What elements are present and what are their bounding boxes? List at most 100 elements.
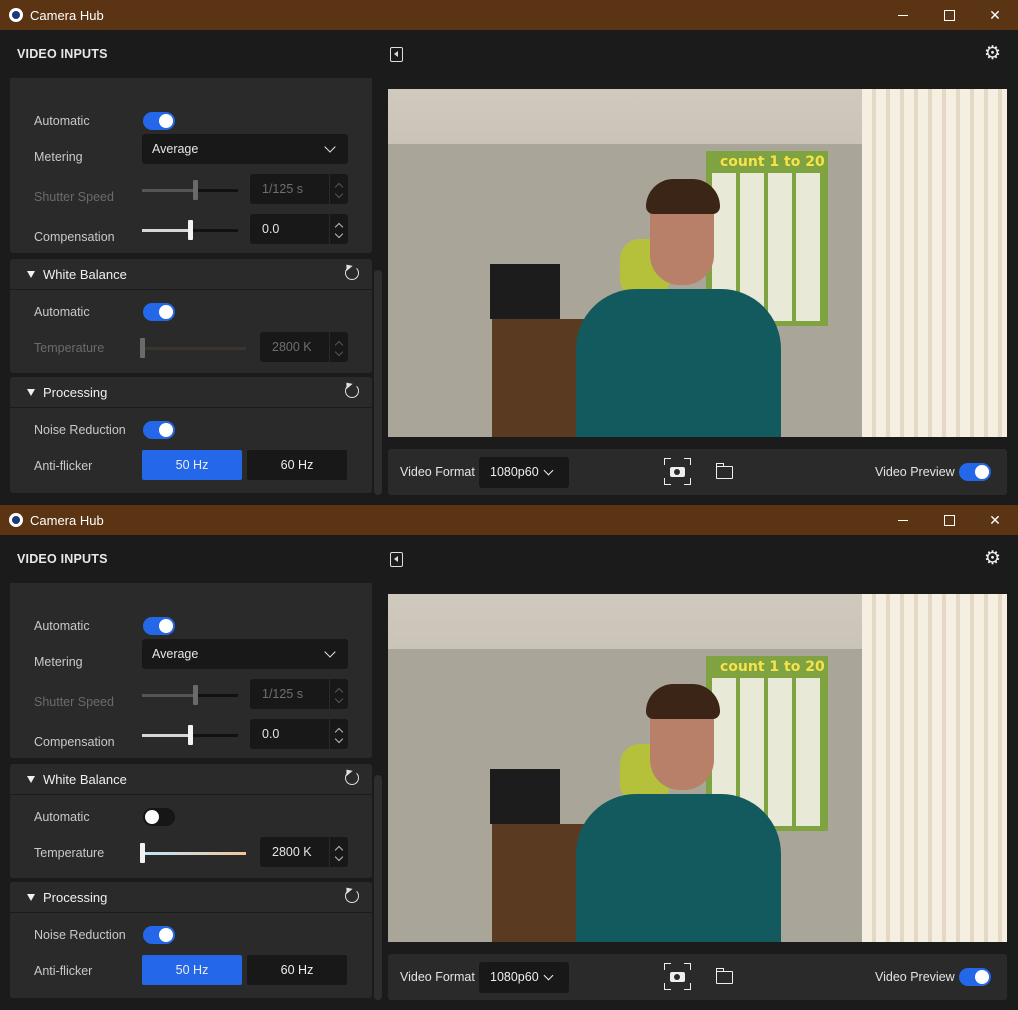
- metering-label: Metering: [34, 655, 83, 669]
- gear-icon[interactable]: ⚙: [984, 44, 1001, 64]
- noise-reduction-toggle[interactable]: [143, 926, 175, 944]
- minimize-button[interactable]: [880, 505, 926, 535]
- video-preview-label: Video Preview: [875, 465, 955, 479]
- chevron-down-icon[interactable]: [334, 347, 344, 357]
- video-inputs-header: VIDEO INPUTS: [17, 47, 108, 61]
- snapshot-icon[interactable]: [664, 963, 691, 990]
- video-preview-toggle[interactable]: [959, 968, 991, 986]
- noise-reduction-label: Noise Reduction: [34, 928, 126, 942]
- slider-thumb[interactable]: [188, 725, 193, 745]
- camera-hub-window: Camera Hub ✕ VIDEO INPUTS ⚙ Exposure Aut…: [0, 0, 1018, 505]
- preview-toolbar: Video Format 1080p60 Video Preview: [388, 954, 1007, 1000]
- wb-auto-label: Automatic: [34, 305, 90, 319]
- exposure-auto-toggle[interactable]: [143, 112, 175, 130]
- video-format-dropdown[interactable]: 1080p60: [479, 457, 569, 488]
- expand-triangle-icon: [27, 776, 35, 783]
- exposure-auto-toggle[interactable]: [143, 617, 175, 635]
- maximize-button[interactable]: [926, 0, 972, 30]
- exposure-header[interactable]: Exposure: [10, 77, 372, 78]
- metering-dropdown[interactable]: Average: [142, 134, 348, 164]
- temperature-stepper[interactable]: 2800 K: [260, 332, 348, 362]
- chevron-down-icon[interactable]: [334, 229, 344, 239]
- wb-auto-toggle[interactable]: [143, 808, 175, 826]
- shutter-speed-slider[interactable]: [142, 685, 238, 705]
- chevron-down-icon[interactable]: [334, 694, 344, 704]
- collapse-panel-icon[interactable]: [390, 552, 403, 567]
- metering-label: Metering: [34, 150, 83, 164]
- metering-value: Average: [152, 142, 199, 156]
- anti-flicker-50hz-button[interactable]: 50 Hz: [142, 955, 242, 985]
- temperature-label: Temperature: [34, 341, 105, 355]
- chevron-down-icon: [543, 465, 554, 476]
- video-format-dropdown[interactable]: 1080p60: [479, 962, 569, 993]
- compensation-slider[interactable]: [142, 220, 238, 240]
- exposure-section: Exposure Automatic Metering Average Shut…: [10, 77, 372, 253]
- chevron-down-icon[interactable]: [334, 734, 344, 744]
- compensation-slider[interactable]: [142, 725, 238, 745]
- temperature-slider[interactable]: [140, 843, 246, 863]
- settings-scrollbar[interactable]: [374, 775, 382, 1000]
- shutter-speed-stepper[interactable]: 1/125 s: [250, 679, 348, 709]
- reset-icon[interactable]: [343, 262, 359, 280]
- slider-thumb[interactable]: [140, 338, 145, 358]
- reset-icon[interactable]: [343, 380, 359, 398]
- slider-thumb[interactable]: [140, 843, 145, 863]
- compensation-stepper[interactable]: 0.0: [250, 214, 348, 244]
- slider-thumb[interactable]: [192, 180, 198, 200]
- maximize-icon: [944, 515, 955, 526]
- video-format-label: Video Format: [400, 970, 475, 984]
- anti-flicker-label: Anti-flicker: [34, 964, 93, 978]
- anti-flicker-60hz-button[interactable]: 60 Hz: [247, 450, 347, 480]
- video-preview-toggle[interactable]: [959, 463, 991, 481]
- processing-section: Processing Noise Reduction Anti-flicker …: [10, 882, 372, 998]
- metering-dropdown[interactable]: Average: [142, 639, 348, 669]
- slider-thumb[interactable]: [188, 220, 193, 240]
- metering-value: Average: [152, 647, 199, 661]
- folder-icon[interactable]: [715, 463, 733, 479]
- temperature-label: Temperature: [34, 846, 105, 860]
- chevron-down-icon: [324, 646, 336, 658]
- temperature-stepper[interactable]: 2800 K: [260, 837, 348, 867]
- gear-icon[interactable]: ⚙: [984, 549, 1001, 569]
- slider-thumb[interactable]: [192, 685, 198, 705]
- collapse-panel-icon[interactable]: [390, 47, 403, 62]
- compensation-label: Compensation: [34, 735, 115, 749]
- white-balance-header[interactable]: White Balance: [10, 764, 372, 795]
- processing-header[interactable]: Processing: [10, 377, 372, 408]
- anti-flicker-60hz-button[interactable]: 60 Hz: [247, 955, 347, 985]
- temperature-slider[interactable]: [140, 338, 246, 358]
- minimize-button[interactable]: [880, 0, 926, 30]
- reset-icon[interactable]: [343, 767, 359, 785]
- chevron-down-icon: [543, 970, 554, 981]
- white-balance-section: White Balance Automatic Temperature 2800…: [10, 259, 372, 373]
- noise-reduction-toggle[interactable]: [143, 421, 175, 439]
- white-balance-header[interactable]: White Balance: [10, 259, 372, 290]
- camera-preview: count 1 to 20: [388, 594, 1007, 942]
- folder-icon[interactable]: [715, 968, 733, 984]
- chevron-down-icon[interactable]: [334, 189, 344, 199]
- compensation-value: 0.0: [262, 222, 280, 236]
- chevron-down-icon[interactable]: [334, 852, 344, 862]
- shutter-speed-slider[interactable]: [142, 180, 238, 200]
- anti-flicker-50hz-button[interactable]: 50 Hz: [142, 450, 242, 480]
- shutter-speed-value: 1/125 s: [262, 687, 304, 701]
- shutter-speed-label: Shutter Speed: [34, 695, 114, 709]
- snapshot-icon[interactable]: [664, 458, 691, 485]
- video-format-value: 1080p60: [490, 970, 539, 984]
- reset-icon[interactable]: [343, 885, 359, 903]
- close-button[interactable]: ✕: [972, 505, 1018, 535]
- settings-scrollbar[interactable]: [374, 270, 382, 495]
- shutter-speed-stepper[interactable]: 1/125 s: [250, 174, 348, 204]
- video-format-value: 1080p60: [490, 465, 539, 479]
- maximize-button[interactable]: [926, 505, 972, 535]
- exposure-header[interactable]: Exposure: [10, 582, 372, 583]
- processing-header[interactable]: Processing: [10, 882, 372, 913]
- white-balance-title: White Balance: [43, 772, 127, 787]
- shutter-speed-label: Shutter Speed: [34, 190, 114, 204]
- exposure-auto-label: Automatic: [34, 114, 90, 128]
- wb-auto-toggle[interactable]: [143, 303, 175, 321]
- close-button[interactable]: ✕: [972, 0, 1018, 30]
- expand-triangle-icon: [27, 894, 35, 901]
- compensation-stepper[interactable]: 0.0: [250, 719, 348, 749]
- wb-auto-label: Automatic: [34, 810, 90, 824]
